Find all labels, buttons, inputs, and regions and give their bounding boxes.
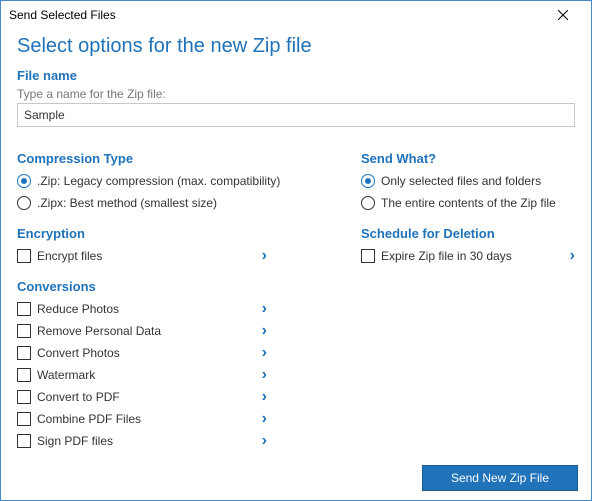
- filename-label: File name: [17, 68, 575, 83]
- close-button[interactable]: [543, 2, 583, 28]
- expire-chevron-icon[interactable]: ›: [570, 248, 575, 264]
- filename-input[interactable]: [17, 103, 575, 127]
- watermark-checkbox[interactable]: [17, 368, 31, 382]
- send-zip-button[interactable]: Send New Zip File: [422, 465, 578, 491]
- compression-zipx-radio[interactable]: [17, 196, 31, 210]
- encryption-heading: Encryption: [17, 226, 337, 241]
- combine-pdf-label[interactable]: Combine PDF Files: [37, 412, 141, 426]
- compression-zip-label[interactable]: .Zip: Legacy compression (max. compatibi…: [37, 174, 280, 188]
- reduce-photos-checkbox[interactable]: [17, 302, 31, 316]
- schedule-heading: Schedule for Deletion: [361, 226, 575, 241]
- sendwhat-heading: Send What?: [361, 151, 575, 166]
- remove-personal-data-label[interactable]: Remove Personal Data: [37, 324, 161, 338]
- filename-section: File name Type a name for the Zip file:: [17, 68, 575, 139]
- convert-pdf-label[interactable]: Convert to PDF: [37, 390, 120, 404]
- compression-heading: Compression Type: [17, 151, 337, 166]
- encrypt-files-checkbox[interactable]: [17, 249, 31, 263]
- expire-checkbox[interactable]: [361, 249, 375, 263]
- encrypt-chevron-icon[interactable]: ›: [262, 248, 267, 264]
- convert-photos-checkbox[interactable]: [17, 346, 31, 360]
- watermark-chevron-icon[interactable]: ›: [262, 367, 267, 383]
- combine-pdf-chevron-icon[interactable]: ›: [262, 411, 267, 427]
- main-heading: Select options for the new Zip file: [17, 35, 575, 58]
- conversions-heading: Conversions: [17, 279, 337, 294]
- compression-zipx-label[interactable]: .Zipx: Best method (smallest size): [37, 196, 217, 210]
- sendwhat-section: Send What? Only selected files and folde…: [361, 151, 575, 214]
- convert-photos-chevron-icon[interactable]: ›: [262, 345, 267, 361]
- convert-pdf-checkbox[interactable]: [17, 390, 31, 404]
- encrypt-files-label[interactable]: Encrypt files: [37, 249, 102, 263]
- conversions-section: Conversions Reduce Photos › Remove Person…: [17, 279, 337, 452]
- filename-hint: Type a name for the Zip file:: [17, 87, 575, 101]
- close-icon: [558, 10, 568, 20]
- titlebar: Send Selected Files: [1, 1, 591, 29]
- footer: Send New Zip File: [422, 465, 578, 491]
- watermark-label[interactable]: Watermark: [37, 368, 95, 382]
- convert-photos-label[interactable]: Convert Photos: [37, 346, 120, 360]
- expire-label[interactable]: Expire Zip file in 30 days: [381, 249, 512, 263]
- compression-section: Compression Type .Zip: Legacy compressio…: [17, 151, 337, 214]
- encryption-section: Encryption Encrypt files ›: [17, 226, 337, 267]
- convert-pdf-chevron-icon[interactable]: ›: [262, 389, 267, 405]
- remove-personal-data-chevron-icon[interactable]: ›: [262, 323, 267, 339]
- sendwhat-selected-label[interactable]: Only selected files and folders: [381, 174, 541, 188]
- window-title: Send Selected Files: [9, 8, 116, 22]
- schedule-section: Schedule for Deletion Expire Zip file in…: [361, 226, 575, 267]
- combine-pdf-checkbox[interactable]: [17, 412, 31, 426]
- reduce-photos-chevron-icon[interactable]: ›: [262, 301, 267, 317]
- sign-pdf-label[interactable]: Sign PDF files: [37, 434, 113, 448]
- remove-personal-data-checkbox[interactable]: [17, 324, 31, 338]
- sendwhat-selected-radio[interactable]: [361, 174, 375, 188]
- sendwhat-entire-radio[interactable]: [361, 196, 375, 210]
- sign-pdf-checkbox[interactable]: [17, 434, 31, 448]
- compression-zip-radio[interactable]: [17, 174, 31, 188]
- sign-pdf-chevron-icon[interactable]: ›: [262, 433, 267, 449]
- reduce-photos-label[interactable]: Reduce Photos: [37, 302, 119, 316]
- sendwhat-entire-label[interactable]: The entire contents of the Zip file: [381, 196, 556, 210]
